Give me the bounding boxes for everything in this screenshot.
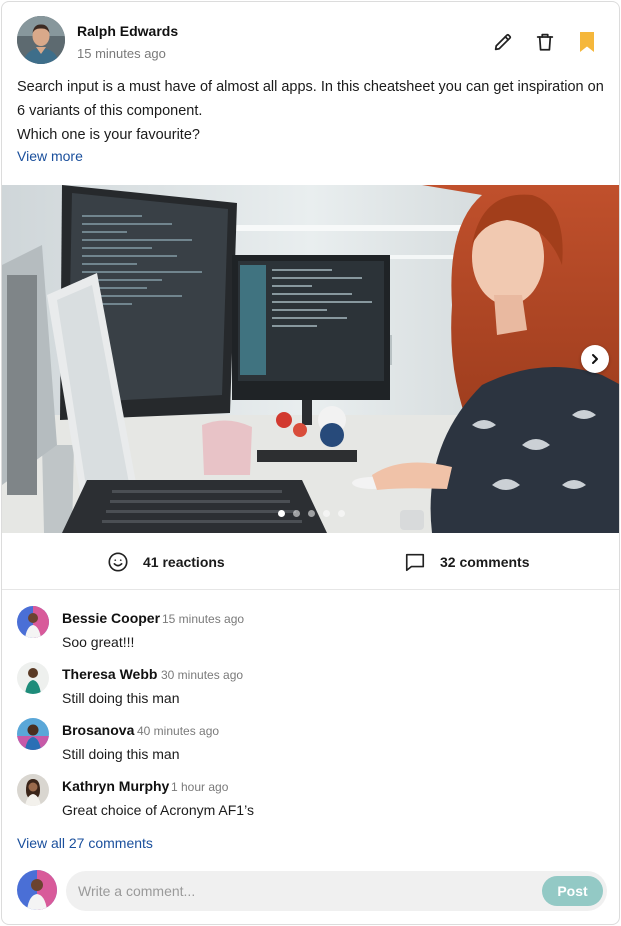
comment-time: 15 minutes ago <box>162 612 245 626</box>
post-comment-button[interactable]: Post <box>542 876 603 906</box>
post-stats: 41 reactions 32 comments <box>2 533 619 590</box>
carousel-dot[interactable] <box>323 510 330 517</box>
reactions-button[interactable]: 41 reactions <box>107 551 225 573</box>
view-more-link[interactable]: View more <box>17 148 83 164</box>
comment-composer: Post <box>17 870 607 912</box>
post-image-carousel[interactable] <box>2 185 619 533</box>
comment-time: 40 minutes ago <box>137 724 220 738</box>
comment-item: Kathryn Murphy 1 hour ago Great choice o… <box>17 774 607 822</box>
carousel-dot[interactable] <box>308 510 315 517</box>
edit-icon[interactable] <box>491 30 515 54</box>
comment-text: Still doing this man <box>62 690 180 706</box>
comments-count: 32 comments <box>440 554 530 570</box>
post-actions <box>491 30 599 54</box>
author-avatar[interactable] <box>17 16 65 64</box>
commenter-name[interactable]: Bessie Cooper <box>62 610 160 626</box>
comment-icon <box>405 553 425 572</box>
current-user-avatar[interactable] <box>17 870 57 910</box>
post-header: Ralph Edwards 15 minutes ago <box>17 16 599 66</box>
post-photo <box>2 185 619 533</box>
comment-text: Soo great!!! <box>62 634 135 650</box>
commenter-avatar[interactable] <box>17 774 49 806</box>
bookmark-icon[interactable] <box>575 30 599 54</box>
trash-icon[interactable] <box>533 30 557 54</box>
comment-item: Brosanova 40 minutes ago Still doing thi… <box>17 718 607 766</box>
comment-time: 1 hour ago <box>171 780 229 794</box>
carousel-next-button[interactable] <box>581 345 609 373</box>
commenter-name[interactable]: Theresa Webb <box>62 666 157 682</box>
commenter-name[interactable]: Brosanova <box>62 722 134 738</box>
reactions-count: 41 reactions <box>143 554 225 570</box>
chevron-right-icon <box>592 354 598 364</box>
post-card: Ralph Edwards 15 minutes ago Search inpu… <box>1 1 620 925</box>
comment-item: Theresa Webb 30 minutes ago Still doing … <box>17 662 607 710</box>
comment-text: Still doing this man <box>62 746 180 762</box>
commenter-avatar[interactable] <box>17 606 49 638</box>
comment-input[interactable] <box>66 871 526 911</box>
post-question: Which one is your favourite? <box>17 127 200 143</box>
comment-time: 30 minutes ago <box>161 668 244 682</box>
comments-button[interactable]: 32 comments <box>404 551 529 573</box>
comment-text: Great choice of Acronym AF1’s <box>62 802 254 818</box>
author-name[interactable]: Ralph Edwards <box>77 23 178 39</box>
smiley-icon <box>108 552 128 572</box>
carousel-dot[interactable] <box>293 510 300 517</box>
view-all-comments-link[interactable]: View all 27 comments <box>17 835 153 851</box>
carousel-dot[interactable] <box>278 510 285 517</box>
commenter-avatar[interactable] <box>17 718 49 750</box>
post-text: Search input is a must have of almost al… <box>17 79 604 119</box>
post-body: Search input is a must have of almost al… <box>17 75 607 147</box>
post-time: 15 minutes ago <box>77 46 166 61</box>
comment-item: Bessie Cooper 15 minutes ago Soo great!!… <box>17 606 607 654</box>
carousel-dot[interactable] <box>338 510 345 517</box>
carousel-dots <box>2 510 619 517</box>
comment-input-wrapper: Post <box>66 871 607 911</box>
commenter-name[interactable]: Kathryn Murphy <box>62 778 169 794</box>
commenter-avatar[interactable] <box>17 662 49 694</box>
